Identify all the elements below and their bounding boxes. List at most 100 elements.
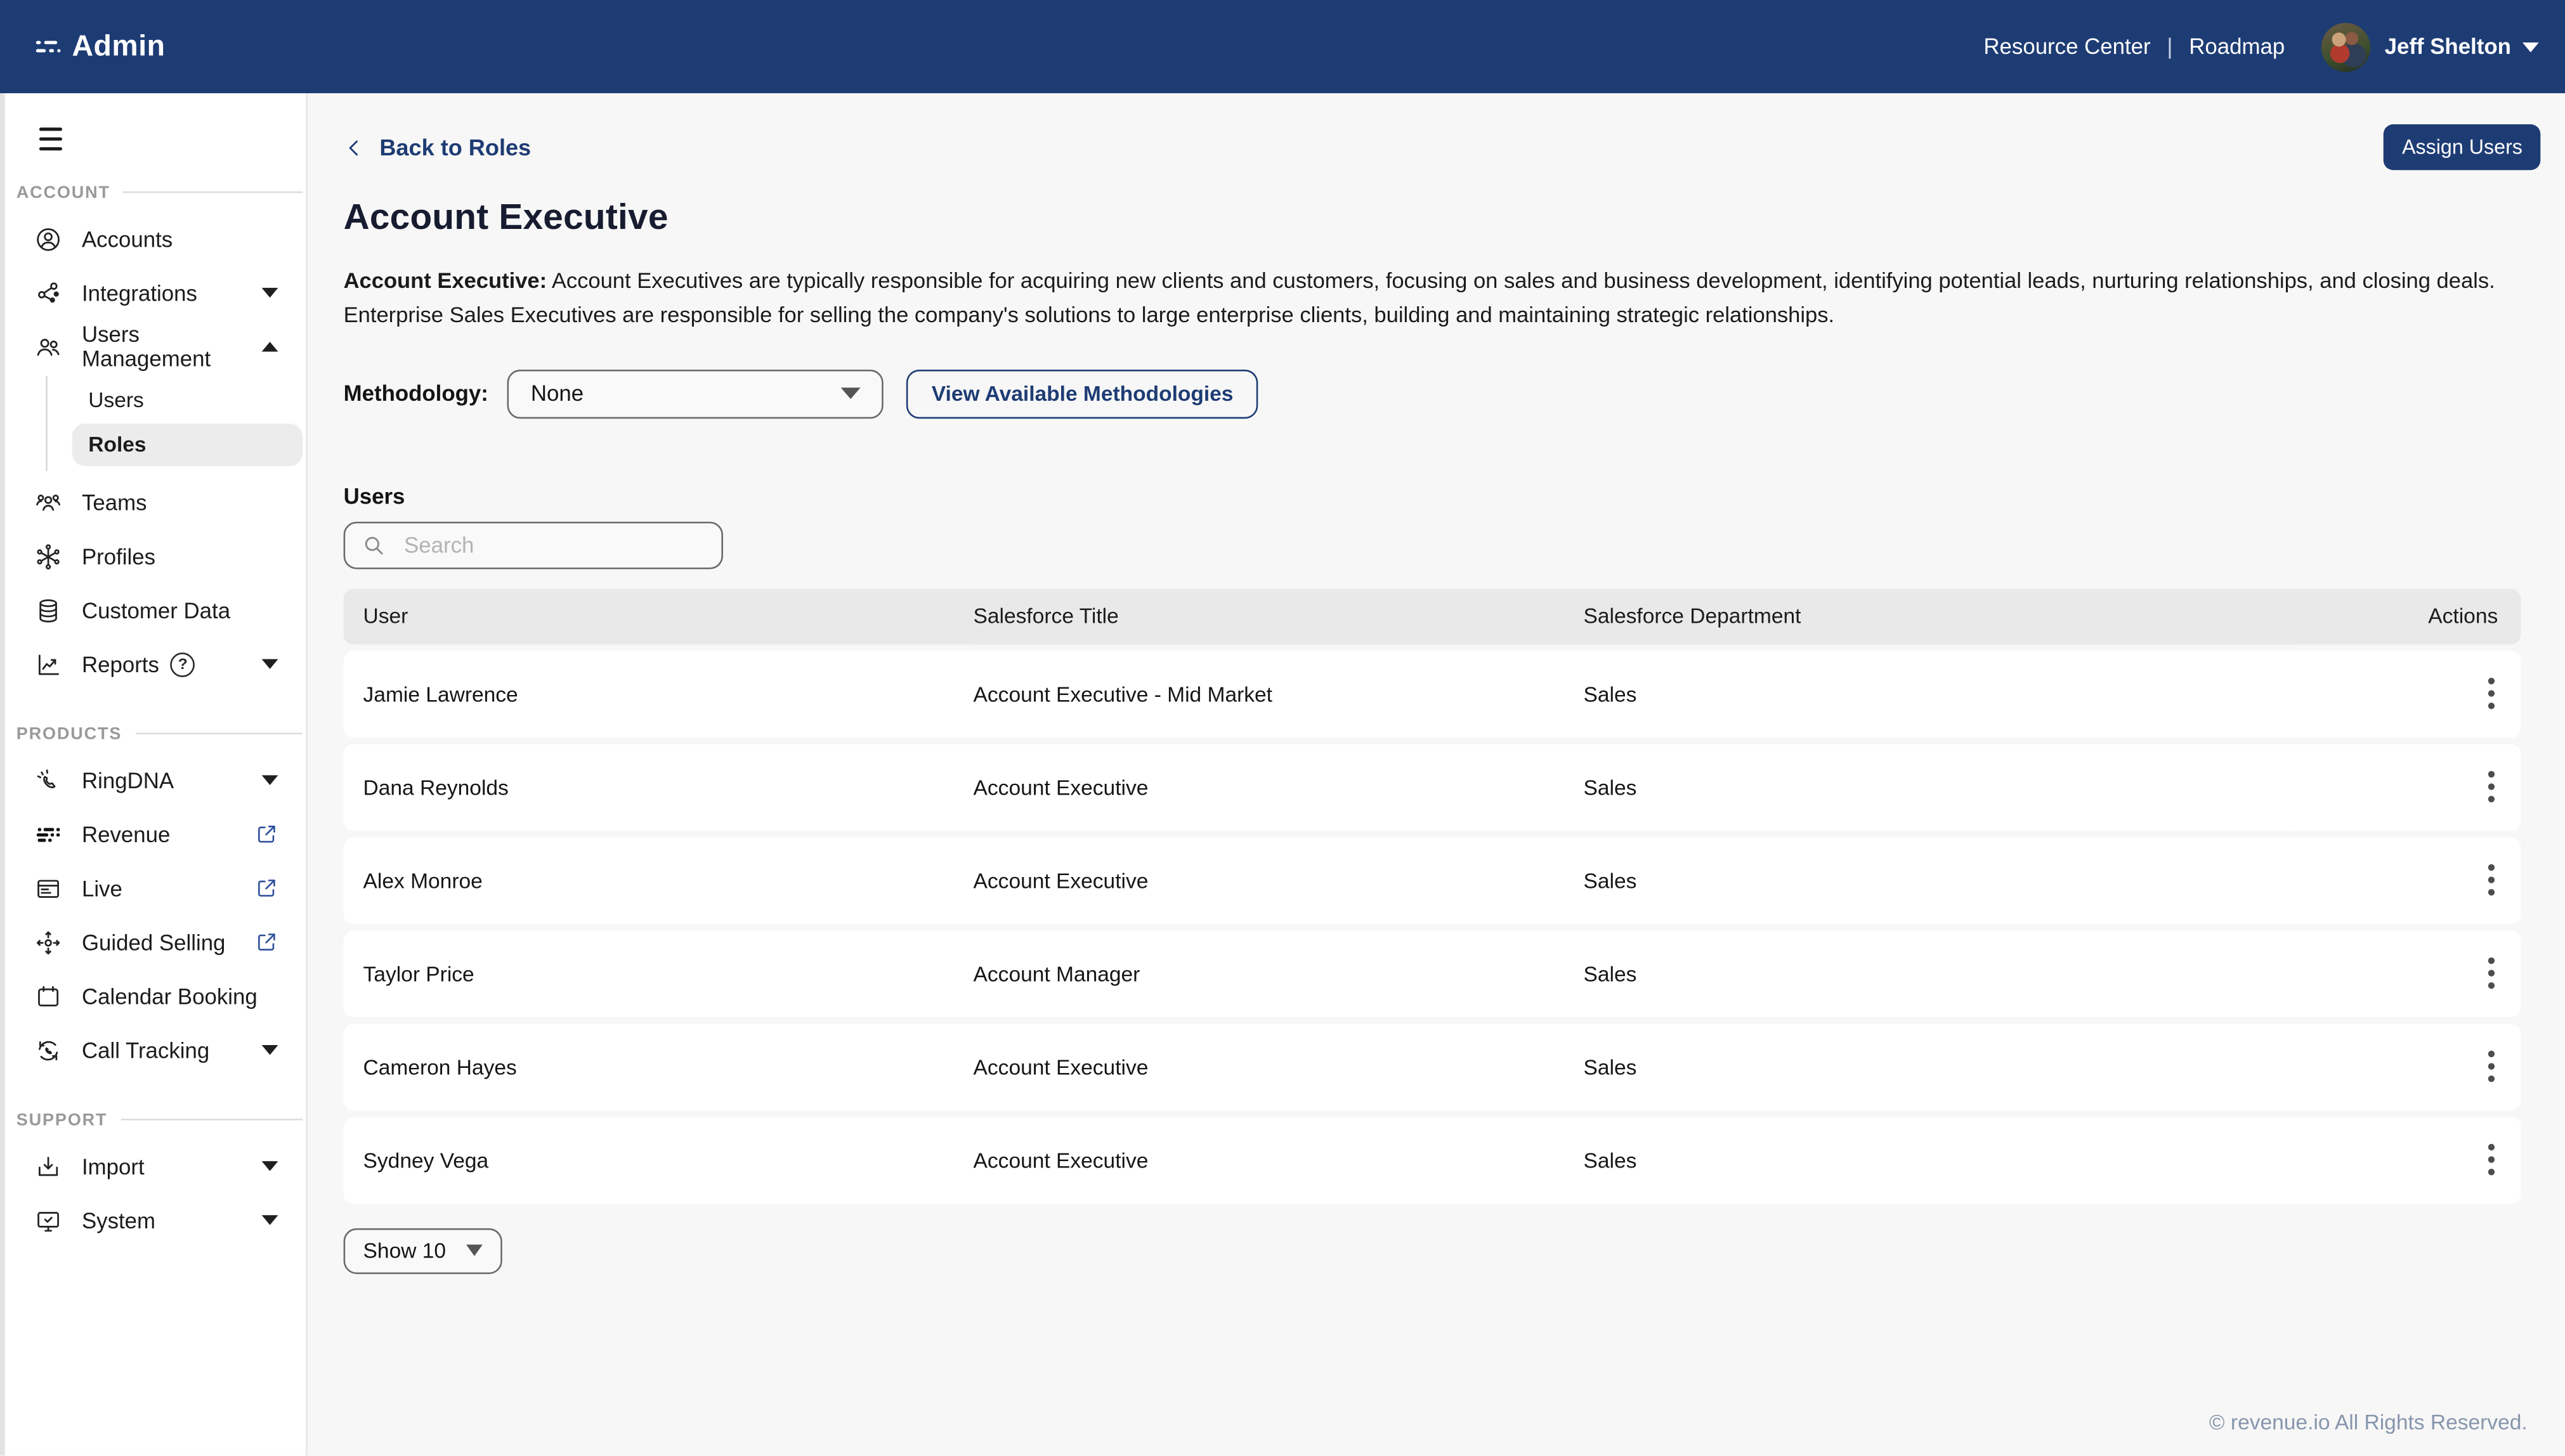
row-actions-kebab-button[interactable] xyxy=(2477,1137,2506,1183)
teams-icon xyxy=(34,488,62,516)
revenue-logo-icon xyxy=(34,821,62,848)
view-methodologies-button[interactable]: View Available Methodologies xyxy=(907,369,1258,418)
user-cell: Taylor Price xyxy=(344,930,974,1017)
kebab-menu-icon xyxy=(2486,957,2496,990)
methodology-label: Methodology: xyxy=(344,381,488,406)
sidebar-item-calendar-booking[interactable]: Calendar Booking xyxy=(0,969,306,1023)
sidebar-item-reports[interactable]: Reports ? xyxy=(0,637,306,691)
user-name: Jeff Shelton xyxy=(2385,34,2511,59)
import-icon xyxy=(34,1152,62,1180)
move-icon xyxy=(34,928,62,956)
search-box xyxy=(344,521,723,569)
revenue-io-logo-icon xyxy=(36,41,61,53)
role-description: Account Executive: Account Executives ar… xyxy=(344,263,2541,334)
sidebar-item-live[interactable]: Live xyxy=(0,861,306,915)
chevron-down-icon xyxy=(2523,42,2539,51)
column-salesforce-department: Salesforce Department xyxy=(1584,588,2294,644)
copyright-text: © revenue.io All Rights Reserved. xyxy=(2209,1410,2528,1434)
user-cell: Dana Reynolds xyxy=(344,743,974,830)
methodology-select[interactable]: None xyxy=(508,369,884,418)
external-link-icon xyxy=(255,877,278,900)
avatar[interactable] xyxy=(2321,22,2370,71)
title-cell: Account Executive xyxy=(974,1023,1584,1110)
department-cell: Sales xyxy=(1584,743,2294,830)
sidebar-item-call-tracking[interactable]: Call Tracking xyxy=(0,1023,306,1077)
kebab-menu-icon xyxy=(2486,1050,2496,1083)
title-cell: Account Manager xyxy=(974,930,1584,1017)
system-icon xyxy=(34,1206,62,1234)
brand[interactable]: Admin xyxy=(36,29,166,63)
sidebar-item-users[interactable]: Users xyxy=(72,379,303,421)
resource-center-link[interactable]: Resource Center xyxy=(1983,34,2150,59)
search-input[interactable] xyxy=(401,531,705,559)
chevron-up-icon xyxy=(262,342,278,351)
app-title: Admin xyxy=(72,29,165,63)
row-actions-kebab-button[interactable] xyxy=(2477,951,2506,996)
user-circle-icon xyxy=(34,225,62,253)
department-cell: Sales xyxy=(1584,930,2294,1017)
user-cell: Jamie Lawrence xyxy=(344,650,974,737)
sidebar-item-ringdna[interactable]: RingDNA xyxy=(0,753,306,807)
row-actions-kebab-button[interactable] xyxy=(2477,671,2506,717)
sidebar-item-roles[interactable]: Roles xyxy=(72,423,303,465)
search-icon xyxy=(362,533,386,557)
actions-cell xyxy=(2294,930,2521,1017)
actions-cell xyxy=(2294,1023,2521,1110)
chevron-down-icon xyxy=(262,288,278,297)
sidebar-item-revenue[interactable]: Revenue xyxy=(0,807,306,861)
column-salesforce-title: Salesforce Title xyxy=(974,588,1584,644)
window-icon xyxy=(34,874,62,902)
row-actions-kebab-button[interactable] xyxy=(2477,1044,2506,1089)
sidebar-item-teams[interactable]: Teams xyxy=(0,475,306,529)
title-cell: Account Executive xyxy=(974,743,1584,830)
external-link-icon xyxy=(255,931,278,954)
kebab-menu-icon xyxy=(2486,677,2496,710)
chevron-down-icon xyxy=(262,1045,278,1055)
sidebar-item-integrations[interactable]: Integrations xyxy=(0,266,306,320)
hamburger-menu-icon[interactable] xyxy=(39,127,62,150)
users-table: User Salesforce Title Salesforce Departm… xyxy=(344,582,2521,1209)
row-actions-kebab-button[interactable] xyxy=(2477,764,2506,810)
user-cell: Alex Monroe xyxy=(344,836,974,923)
chevron-left-icon xyxy=(344,135,365,160)
sidebar-item-guided-selling[interactable]: Guided Selling xyxy=(0,915,306,969)
department-cell: Sales xyxy=(1584,1117,2294,1204)
sidebar-item-system[interactable]: System xyxy=(0,1193,306,1247)
kebab-menu-icon xyxy=(2486,770,2496,803)
kebab-menu-icon xyxy=(2486,864,2496,897)
sidebar-item-accounts[interactable]: Accounts xyxy=(0,212,306,266)
column-user: User xyxy=(344,588,974,644)
table-row: Alex Monroe Account Executive Sales xyxy=(344,836,2521,923)
user-menu[interactable]: Jeff Shelton xyxy=(2385,34,2539,59)
section-label-account: ACCOUNT xyxy=(16,183,303,202)
table-row: Cameron Hayes Account Executive Sales xyxy=(344,1023,2521,1110)
chevron-down-icon xyxy=(262,660,278,669)
assign-users-button[interactable]: Assign Users xyxy=(2384,124,2541,170)
sidebar-item-import[interactable]: Import xyxy=(0,1139,306,1193)
title-cell: Account Executive - Mid Market xyxy=(974,650,1584,737)
actions-cell xyxy=(2294,1117,2521,1204)
help-icon[interactable]: ? xyxy=(171,652,195,677)
department-cell: Sales xyxy=(1584,836,2294,923)
actions-cell xyxy=(2294,650,2521,737)
reports-icon xyxy=(34,650,62,678)
kebab-menu-icon xyxy=(2486,1143,2496,1176)
sidebar: ACCOUNT Accounts Integrations Users Mana… xyxy=(0,93,308,1455)
table-header-row: User Salesforce Title Salesforce Departm… xyxy=(344,588,2521,644)
sidebar-item-profiles[interactable]: Profiles xyxy=(0,529,306,583)
user-cell: Cameron Hayes xyxy=(344,1023,974,1110)
table-row: Dana Reynolds Account Executive Sales xyxy=(344,743,2521,830)
integrations-icon xyxy=(34,279,62,307)
page-size-select[interactable]: Show 10 xyxy=(344,1228,502,1273)
roadmap-link[interactable]: Roadmap xyxy=(2189,34,2285,59)
main-content: Back to Roles Assign Users Account Execu… xyxy=(308,93,2565,1455)
actions-cell xyxy=(2294,836,2521,923)
sidebar-item-users-management[interactable]: Users Management xyxy=(0,320,306,374)
external-link-icon xyxy=(255,822,278,845)
page-topbar: Back to Roles Assign Users xyxy=(344,124,2541,170)
database-icon xyxy=(34,596,62,624)
back-to-roles-link[interactable]: Back to Roles xyxy=(344,134,532,160)
table-row: Taylor Price Account Manager Sales xyxy=(344,930,2521,1017)
row-actions-kebab-button[interactable] xyxy=(2477,857,2506,903)
sidebar-item-customer-data[interactable]: Customer Data xyxy=(0,583,306,637)
